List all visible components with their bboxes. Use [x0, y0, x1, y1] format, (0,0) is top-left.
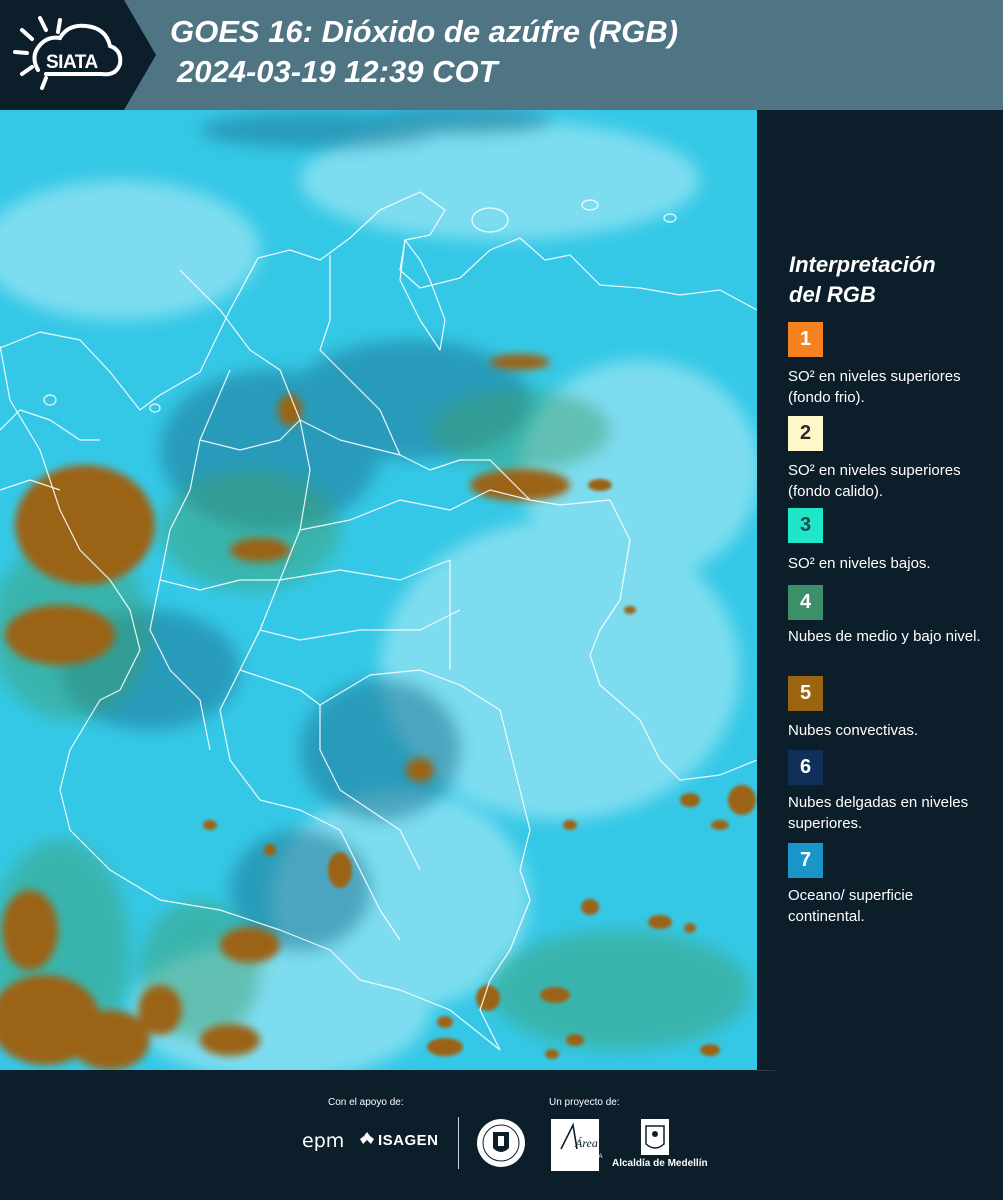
legend-label-3: SO² en niveles bajos. [788, 555, 931, 572]
satellite-map [0, 110, 757, 1070]
convective-cell [728, 785, 756, 815]
isagen-icon [360, 1132, 374, 1144]
medellin-seal-icon [477, 1119, 525, 1167]
siata-logo-text: SIATA [46, 52, 98, 73]
legend-swatch-3: 3 [788, 508, 823, 543]
footer-rule [757, 1070, 775, 1071]
legend-swatch-5: 5 [788, 676, 823, 711]
legend-swatch-2: 2 [788, 416, 823, 451]
convective-cell [588, 479, 612, 491]
convective-cell [700, 1044, 720, 1056]
legend-panel: Interpretación del RGB 1 SO² en niveles s… [760, 110, 1003, 1070]
legend-label-6: Nubes delgadas en niveles superiores. [788, 794, 969, 832]
convective-cell [624, 606, 636, 614]
legend-label-7: Oceano/ superficie continental. [788, 887, 914, 925]
alcaldia-emblem-icon [641, 1119, 669, 1155]
legend-label-1: SO² en niveles superiores (fondo frio). [788, 368, 961, 406]
convective-cell [230, 538, 290, 562]
convective-cell [328, 852, 352, 888]
convective-cell [476, 985, 500, 1011]
footer-divider [458, 1117, 459, 1169]
legend-label-5: Nubes convectivas. [788, 722, 919, 739]
convective-cell [566, 1034, 584, 1046]
legend-title-line2: del RGB [789, 282, 876, 307]
epm-logo: epm [302, 1130, 345, 1152]
convective-cell [540, 987, 570, 1003]
page-title: GOES 16: Dióxido de azúfre (RGB) 2024-03… [170, 12, 678, 92]
title-product: GOES 16: Dióxido de azúfre (RGB) [170, 14, 679, 49]
convective-cell [200, 1024, 260, 1056]
support-label: Con el apoyo de: [328, 1097, 404, 1108]
convective-cell [15, 465, 155, 585]
header: SIATA GOES 16: Dióxido de azúfre (RGB) 2… [0, 0, 1003, 110]
convective-cell [470, 469, 570, 501]
convective-cell [203, 820, 217, 830]
legend-label-2: SO² en niveles superiores (fondo calido)… [788, 462, 961, 500]
footer: Con el apoyo de: Un proyecto de: epm ISA… [0, 1070, 1003, 1200]
convective-cell [684, 923, 696, 933]
convective-cell [264, 844, 276, 856]
convective-cell [220, 927, 280, 963]
legend-title-line1: Interpretación [789, 252, 936, 277]
convective-cell [490, 354, 550, 370]
isagen-logo: ISAGEN [360, 1132, 439, 1149]
legend-swatch-4: 4 [788, 585, 823, 620]
alcaldia-label: Alcaldía de Medellín [612, 1158, 708, 1169]
area-caption: METROPOLITANA Valle de Aburrá [551, 1154, 603, 1167]
siata-logo: SIATA [10, 12, 130, 96]
convective-cell [545, 1049, 559, 1059]
convective-cell [437, 1016, 453, 1028]
title-timestamp: 2024-03-19 12:39 COT [177, 54, 498, 89]
convective-cell [2, 890, 58, 970]
convective-cell [648, 915, 672, 929]
convective-cell [138, 985, 182, 1035]
convective-cell [680, 793, 700, 807]
legend-swatch-1: 1 [788, 322, 823, 357]
project-label: Un proyecto de: [549, 1097, 620, 1108]
convective-cell [427, 1038, 463, 1056]
satellite-image [0, 110, 757, 1070]
legend-label-4: Nubes de medio y bajo nivel. [788, 628, 981, 645]
convective-cell [70, 1010, 150, 1070]
legend-swatch-7: 7 [788, 843, 823, 878]
convective-cell [563, 820, 577, 830]
isagen-label: ISAGEN [378, 1132, 439, 1149]
convective-cell [406, 758, 434, 782]
legend-swatch-6: 6 [788, 750, 823, 785]
area-logo-text: Área [574, 1136, 598, 1150]
legend-title: Interpretación del RGB [789, 250, 989, 310]
convective-cell [711, 820, 729, 830]
convective-cell [581, 899, 599, 915]
convective-cell [5, 605, 115, 665]
